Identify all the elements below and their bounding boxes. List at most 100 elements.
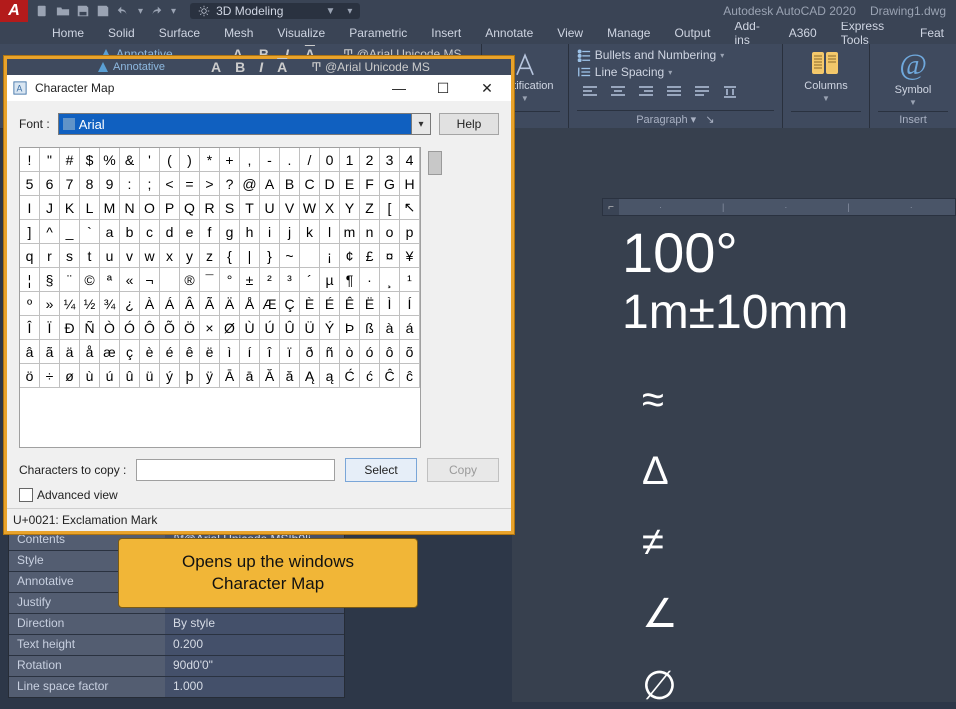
- char-cell[interactable]: Þ: [340, 316, 360, 340]
- char-cell[interactable]: d: [160, 220, 180, 244]
- char-cell[interactable]: ¬: [140, 268, 160, 292]
- text-ruler[interactable]: ⌐ ·|·|·: [602, 198, 956, 216]
- char-cell[interactable]: S: [220, 196, 240, 220]
- char-cell[interactable]: ¯: [200, 268, 220, 292]
- char-cell[interactable]: ): [180, 148, 200, 172]
- char-cell[interactable]: t: [80, 244, 100, 268]
- prop-row[interactable]: Rotation90d0'0": [9, 655, 344, 676]
- char-cell[interactable]: ć: [360, 364, 380, 388]
- symbol-button[interactable]: @ Symbol ▼: [878, 48, 948, 106]
- char-cell[interactable]: Ø: [220, 316, 240, 340]
- char-cell[interactable]: A: [260, 172, 280, 196]
- char-cell[interactable]: ç: [120, 340, 140, 364]
- char-cell[interactable]: ă: [280, 364, 300, 388]
- char-cell[interactable]: W: [300, 196, 320, 220]
- workspace-selector[interactable]: 3D Modeling ▼ ▾: [190, 3, 360, 19]
- align-extra-button[interactable]: [717, 82, 743, 102]
- maximize-button[interactable]: ☐: [425, 80, 461, 97]
- font-combobox[interactable]: Arial ▾: [58, 113, 431, 135]
- char-cell[interactable]: X: [320, 196, 340, 220]
- char-cell[interactable]: è: [140, 340, 160, 364]
- char-cell[interactable]: L: [80, 196, 100, 220]
- tab-solid[interactable]: Solid: [96, 23, 147, 43]
- char-cell[interactable]: Ë: [360, 292, 380, 316]
- char-cell[interactable]: H: [400, 172, 420, 196]
- char-cell[interactable]: Ð: [60, 316, 80, 340]
- char-cell[interactable]: ø: [60, 364, 80, 388]
- char-cell[interactable]: l: [320, 220, 340, 244]
- char-cell[interactable]: @: [240, 172, 260, 196]
- align-center-button[interactable]: [605, 82, 631, 102]
- character-grid[interactable]: !"#$%&'()*+,-./0123456789:;<=>?@ABCDEFGH…: [19, 147, 421, 448]
- char-cell[interactable]: s: [60, 244, 80, 268]
- char-cell[interactable]: p: [400, 220, 420, 244]
- char-cell[interactable]: §: [40, 268, 60, 292]
- char-cell[interactable]: ^: [40, 220, 60, 244]
- char-cell[interactable]: v: [120, 244, 140, 268]
- char-cell[interactable]: R: [200, 196, 220, 220]
- advanced-view-checkbox[interactable]: [19, 488, 33, 502]
- char-cell[interactable]: r: [40, 244, 60, 268]
- canvas-mtext[interactable]: 100° 1m±10mm: [622, 222, 848, 341]
- char-cell[interactable]: y: [180, 244, 200, 268]
- char-cell[interactable]: ¡: [320, 244, 340, 268]
- char-cell[interactable]: ö: [20, 364, 40, 388]
- char-cell[interactable]: ã: [40, 340, 60, 364]
- char-cell[interactable]: {: [220, 244, 240, 268]
- char-cell[interactable]: ð: [300, 340, 320, 364]
- char-cell[interactable]: ô: [380, 340, 400, 364]
- char-cell[interactable]: ®: [180, 268, 200, 292]
- char-cell[interactable]: Ä: [220, 292, 240, 316]
- char-cell[interactable]: À: [140, 292, 160, 316]
- char-cell[interactable]: ú: [100, 364, 120, 388]
- align-right-button[interactable]: [633, 82, 659, 102]
- char-cell[interactable]: m: [340, 220, 360, 244]
- char-cell[interactable]: Z: [360, 196, 380, 220]
- char-cell[interactable]: õ: [400, 340, 420, 364]
- char-cell[interactable]: U: [260, 196, 280, 220]
- char-cell[interactable]: 4: [400, 148, 420, 172]
- char-cell[interactable]: á: [400, 316, 420, 340]
- char-cell[interactable]: j: [280, 220, 300, 244]
- char-cell[interactable]: ¶: [340, 268, 360, 292]
- char-cell[interactable]: .: [280, 148, 300, 172]
- char-cell[interactable]: ï: [280, 340, 300, 364]
- char-cell[interactable]: í: [240, 340, 260, 364]
- char-cell[interactable]: ¤: [380, 244, 400, 268]
- char-cell[interactable]: Ù: [240, 316, 260, 340]
- char-cell[interactable]: ;: [140, 172, 160, 196]
- select-button[interactable]: Select: [345, 458, 417, 482]
- char-cell[interactable]: K: [60, 196, 80, 220]
- char-cell[interactable]: â: [20, 340, 40, 364]
- char-cell[interactable]: é: [160, 340, 180, 364]
- char-cell[interactable]: C: [300, 172, 320, 196]
- tab-surface[interactable]: Surface: [147, 23, 212, 43]
- new-icon[interactable]: [36, 4, 50, 18]
- char-cell[interactable]: n: [360, 220, 380, 244]
- char-cell[interactable]: º: [20, 292, 40, 316]
- char-cell[interactable]: É: [320, 292, 340, 316]
- char-cell[interactable]: k: [300, 220, 320, 244]
- char-cell[interactable]: D: [320, 172, 340, 196]
- char-cell[interactable]: ª: [100, 268, 120, 292]
- char-cell[interactable]: Â: [180, 292, 200, 316]
- char-cell[interactable]: :: [120, 172, 140, 196]
- char-cell[interactable]: þ: [180, 364, 200, 388]
- char-cell[interactable]: `: [80, 220, 100, 244]
- char-cell[interactable]: Ú: [260, 316, 280, 340]
- tab-mesh[interactable]: Mesh: [212, 23, 265, 43]
- tab-parametric[interactable]: Parametric: [337, 23, 419, 43]
- bullets-menu[interactable]: Bullets and Numbering ▾: [577, 48, 774, 62]
- chars-to-copy-input[interactable]: [136, 459, 335, 481]
- char-cell[interactable]: a: [100, 220, 120, 244]
- redo-icon[interactable]: [149, 4, 163, 18]
- char-cell[interactable]: ¨: [60, 268, 80, 292]
- char-cell[interactable]: ­: [160, 268, 180, 292]
- char-cell[interactable]: 6: [40, 172, 60, 196]
- char-cell[interactable]: 7: [60, 172, 80, 196]
- char-cell[interactable]: ~: [280, 244, 300, 268]
- char-cell[interactable]: Î: [20, 316, 40, 340]
- char-cell[interactable]: |: [240, 244, 260, 268]
- char-cell[interactable]: ß: [360, 316, 380, 340]
- char-cell[interactable]: 8: [80, 172, 100, 196]
